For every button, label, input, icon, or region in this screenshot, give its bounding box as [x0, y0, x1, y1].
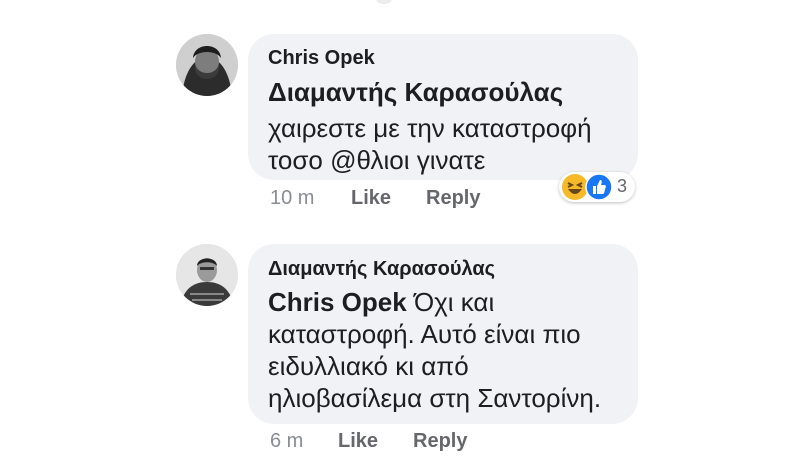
like-icon — [585, 173, 613, 201]
reply-button[interactable]: Reply — [413, 430, 467, 453]
avatar[interactable] — [176, 244, 238, 306]
reply-button[interactable]: Reply — [426, 187, 480, 210]
comment-text-line: Chris Opek Όχι και — [268, 284, 494, 320]
comment-mention[interactable]: Διαμαντής Καρασούλας — [268, 74, 563, 110]
like-button[interactable]: Like — [338, 430, 378, 453]
comment-text: Όχι και — [406, 287, 495, 317]
reactions-summary[interactable]: 3 — [559, 172, 635, 202]
avatar[interactable] — [176, 34, 238, 96]
mention-link[interactable]: Chris Opek — [268, 287, 407, 317]
comment-author[interactable]: Διαμαντής Καρασούλας — [268, 258, 495, 281]
comment-bubble: Διαμαντής Καρασούλας Chris Opek Όχι και … — [248, 244, 638, 424]
comment-text-line: χαιρεστε με την καταστροφή — [268, 113, 592, 143]
comment-text-line: καταστροφή. Αυτό είναι πιο — [268, 319, 581, 349]
comment-text-line: ηλιοβασίλεμα στη Σαντορίνη. — [268, 383, 602, 413]
comment-bubble: Chris Opek Διαμαντής Καρασούλας χαιρεστε… — [248, 34, 638, 180]
comment-timestamp[interactable]: 6 m — [270, 430, 303, 453]
comment-text-line: τοσο @θλιοι γινατε — [268, 145, 486, 175]
comment-text-line: ειδυλλιακό κι από — [268, 351, 469, 381]
comment-author[interactable]: Chris Opek — [268, 47, 375, 70]
reaction-count: 3 — [617, 176, 628, 196]
comment-timestamp[interactable]: 10 m — [270, 187, 314, 210]
like-button[interactable]: Like — [351, 187, 391, 210]
top-divider-dot — [376, 0, 392, 4]
user-avatar-icon — [176, 244, 238, 306]
user-avatar-icon — [176, 34, 238, 96]
mention-link[interactable]: Διαμαντής Καρασούλας — [268, 77, 563, 107]
comment-actions: 6 m Like Reply — [270, 430, 570, 454]
comment-actions: 10 m Like Reply — [270, 187, 570, 211]
